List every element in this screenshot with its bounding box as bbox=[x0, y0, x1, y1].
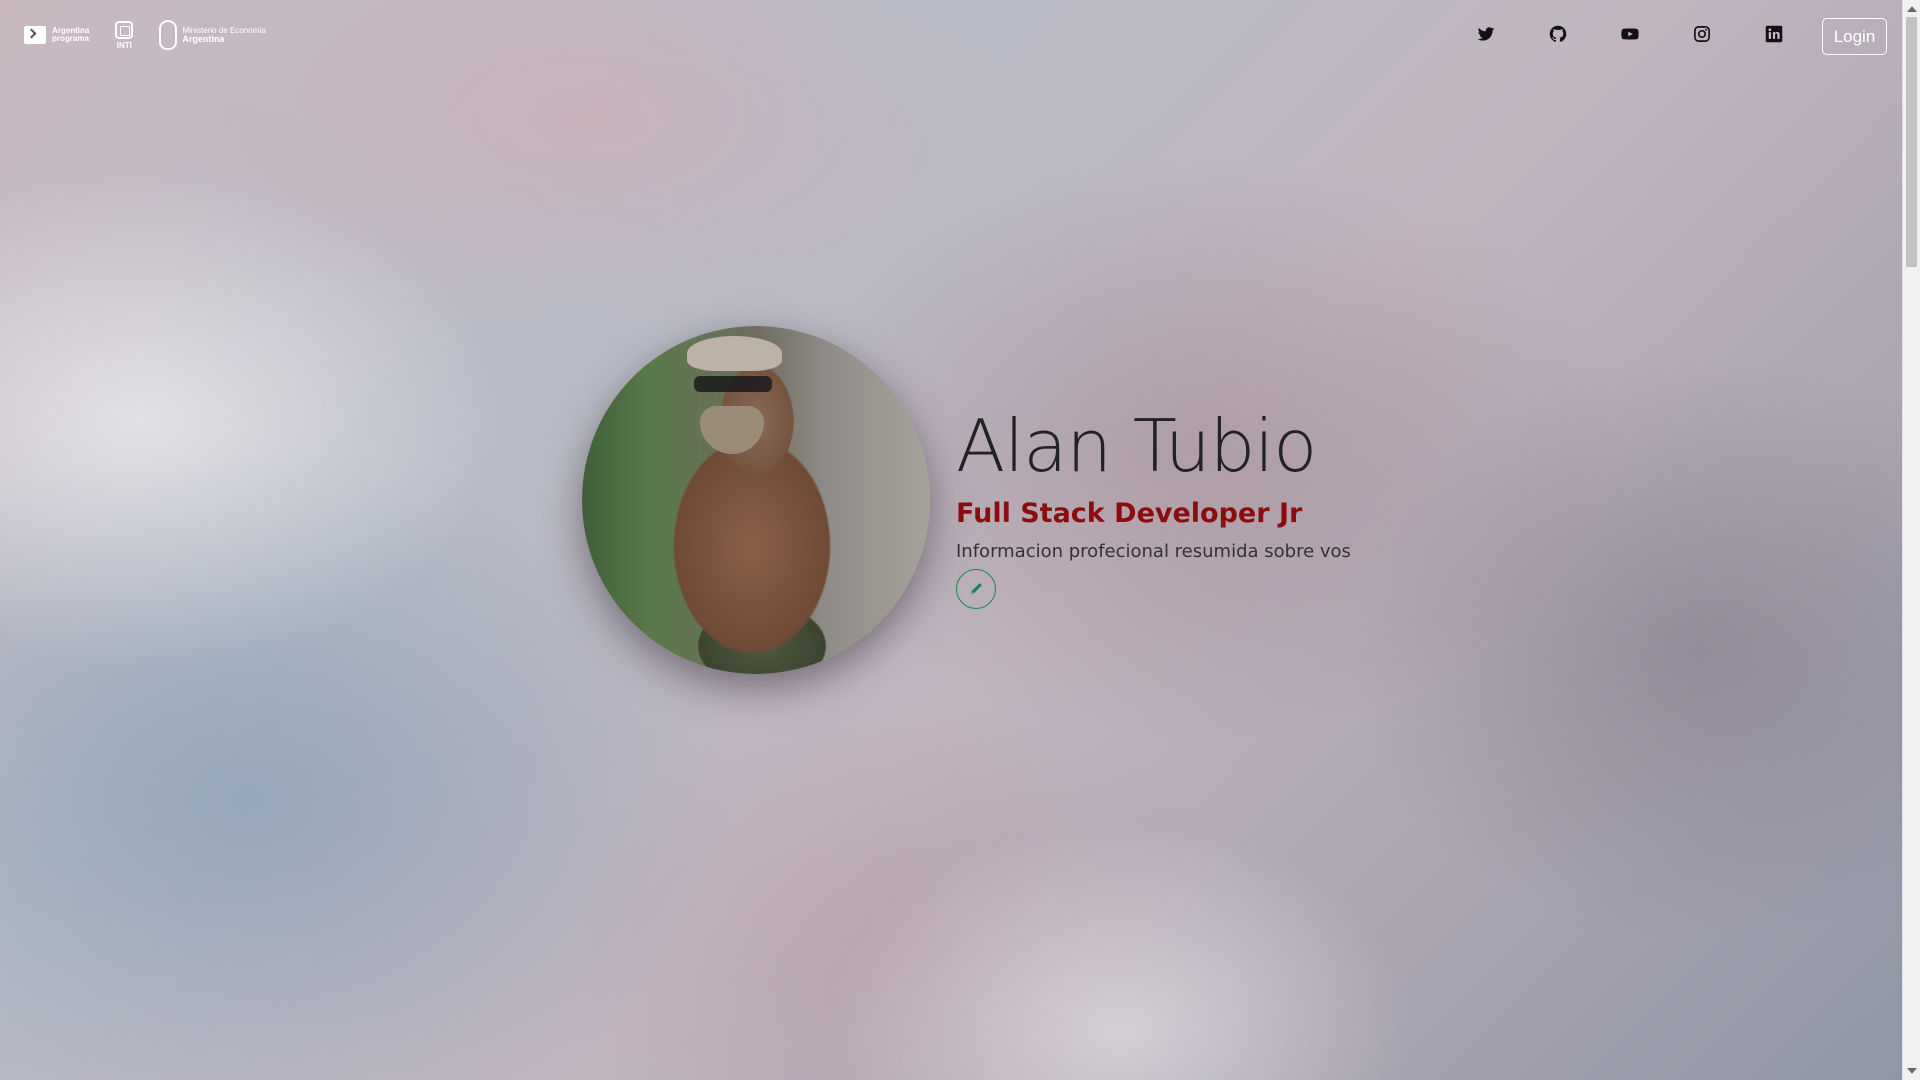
avatar-hair bbox=[687, 336, 782, 371]
scroll-up-arrow-icon[interactable] bbox=[1907, 6, 1917, 12]
seal-icon bbox=[159, 20, 178, 50]
inti-text: INTI bbox=[116, 40, 132, 50]
youtube-icon[interactable] bbox=[1620, 24, 1640, 44]
ministerio-line2: Argentina bbox=[182, 34, 225, 44]
profile-role: Full Stack Developer Jr bbox=[956, 498, 1303, 529]
instagram-icon[interactable] bbox=[1692, 24, 1712, 44]
twitter-icon[interactable] bbox=[1476, 24, 1496, 44]
scroll-thumb[interactable] bbox=[1906, 17, 1917, 267]
linkedin-icon[interactable] bbox=[1764, 24, 1784, 44]
pencil-icon bbox=[971, 583, 982, 594]
ministerio-text: Ministerio de Economía Argentina bbox=[182, 26, 266, 44]
argentina-programa-text: Argentina programa bbox=[52, 26, 90, 43]
avatar-glasses bbox=[694, 376, 772, 392]
profile-name: Alan Tubio bbox=[956, 404, 1317, 488]
scroll-down-arrow-icon[interactable] bbox=[1907, 1068, 1917, 1074]
terminal-icon bbox=[24, 26, 46, 44]
social-links bbox=[1476, 24, 1784, 44]
vertical-scrollbar[interactable] bbox=[1902, 0, 1920, 1080]
inti-logo[interactable]: INTI bbox=[115, 20, 134, 50]
navbar: Argentina programa INTI Ministerio de Ec… bbox=[0, 0, 1903, 72]
github-icon[interactable] bbox=[1548, 24, 1568, 44]
login-button[interactable]: Login bbox=[1822, 18, 1887, 55]
profile-avatar bbox=[582, 326, 930, 674]
avatar-beard bbox=[700, 406, 764, 454]
edit-profile-button[interactable] bbox=[956, 569, 996, 609]
ministerio-logo[interactable]: Ministerio de Economía Argentina bbox=[159, 20, 266, 50]
profile-summary: Informacion profecional resumida sobre v… bbox=[956, 541, 1351, 562]
argentina-programa-logo[interactable]: Argentina programa bbox=[24, 26, 89, 44]
logo-group: Argentina programa INTI Ministerio de Ec… bbox=[24, 20, 266, 50]
inti-icon bbox=[115, 20, 134, 39]
